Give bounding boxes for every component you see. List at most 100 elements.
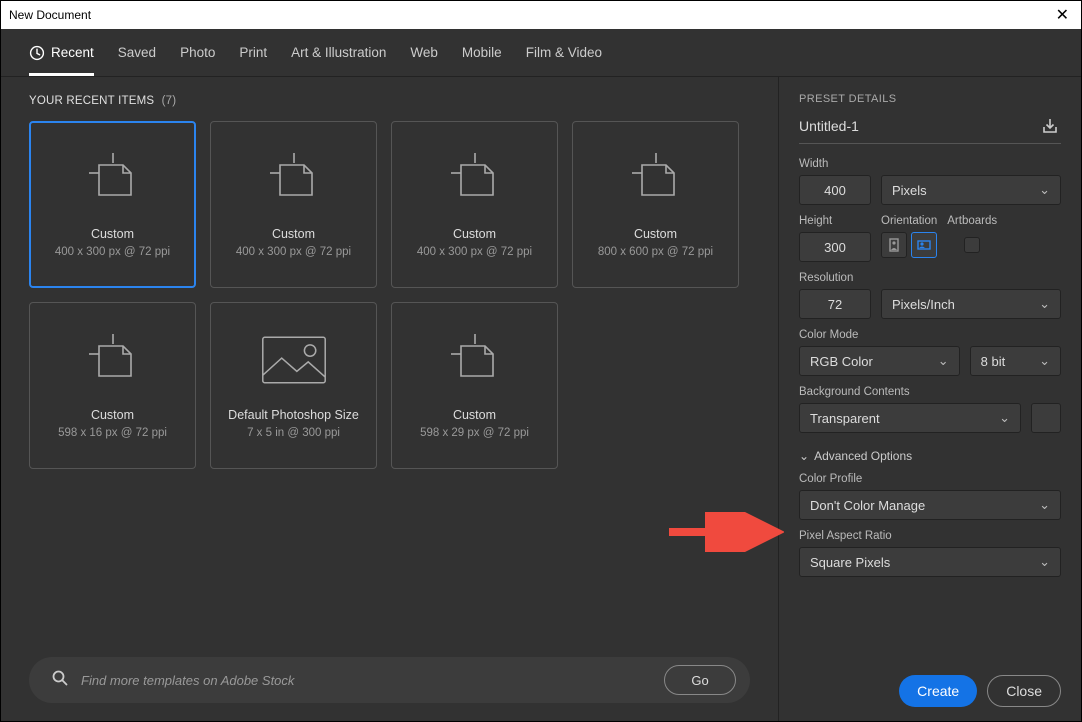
- preset-dimensions: 400 x 300 px @ 72 ppi: [55, 246, 170, 258]
- preset-name: Custom: [91, 408, 134, 422]
- dialog-body: YOUR RECENT ITEMS (7) Custom 400 x 300 px…: [1, 77, 1081, 721]
- panel-heading: PRESET DETAILS: [799, 93, 1061, 105]
- stock-search-input[interactable]: [81, 673, 652, 688]
- orientation-landscape-button[interactable]: [911, 232, 937, 258]
- preset-cards: Custom 400 x 300 px @ 72 ppi Custom 400 x 3…: [29, 121, 750, 469]
- select-value: Pixels/Inch: [892, 297, 955, 312]
- preset-dimensions: 598 x 16 px @ 72 ppi: [58, 427, 167, 439]
- dialog-footer: Create Close: [799, 665, 1061, 707]
- tab-label: Mobile: [462, 45, 502, 60]
- tab-label: Print: [239, 45, 267, 60]
- image-icon: [259, 332, 329, 388]
- preset-card[interactable]: Custom 800 x 600 px @ 72 ppi: [572, 121, 739, 288]
- orientation-portrait-button[interactable]: [881, 232, 907, 258]
- background-color-swatch[interactable]: [1031, 403, 1061, 433]
- document-name-input[interactable]: [799, 118, 1031, 134]
- preset-card[interactable]: Custom 598 x 16 px @ 72 ppi: [29, 302, 196, 469]
- width-unit-select[interactable]: Pixels ⌄: [881, 175, 1061, 205]
- preset-card[interactable]: Custom 400 x 300 px @ 72 ppi: [391, 121, 558, 288]
- preset-name: Custom: [453, 408, 496, 422]
- artboards-label: Artboards: [947, 215, 997, 227]
- new-document-dialog: New Document ✕ Recent Saved Photo Print …: [0, 0, 1082, 722]
- preset-card[interactable]: Custom 400 x 300 px @ 72 ppi: [29, 121, 196, 288]
- height-input[interactable]: [799, 232, 871, 262]
- tab-saved[interactable]: Saved: [118, 29, 156, 76]
- preset-name: Custom: [272, 227, 315, 241]
- preset-dimensions: 400 x 300 px @ 72 ppi: [417, 246, 532, 258]
- select-value: RGB Color: [810, 354, 873, 369]
- preset-dimensions: 800 x 600 px @ 72 ppi: [598, 246, 713, 258]
- tab-recent[interactable]: Recent: [29, 29, 94, 76]
- preset-dimensions: 7 x 5 in @ 300 ppi: [247, 427, 340, 439]
- stock-search-bar: Go: [29, 657, 750, 703]
- background-label: Background Contents: [799, 386, 1061, 398]
- document-icon: [78, 332, 148, 388]
- select-value: 8 bit: [981, 354, 1006, 369]
- title-bar: New Document ✕: [1, 1, 1081, 29]
- select-value: Transparent: [810, 411, 880, 426]
- section-count: (7): [162, 95, 177, 107]
- tab-label: Art & Illustration: [291, 45, 386, 60]
- advanced-label: Advanced Options: [814, 449, 912, 463]
- tab-art-illustration[interactable]: Art & Illustration: [291, 29, 386, 76]
- color-mode-label: Color Mode: [799, 329, 1061, 341]
- document-icon: [621, 151, 691, 207]
- document-icon: [440, 332, 510, 388]
- width-input[interactable]: [799, 175, 871, 205]
- chevron-down-icon: ⌄: [1039, 182, 1050, 198]
- go-button[interactable]: Go: [664, 665, 736, 695]
- tab-photo[interactable]: Photo: [180, 29, 215, 76]
- tab-label: Web: [410, 45, 438, 60]
- document-icon: [440, 151, 510, 207]
- background-contents-select[interactable]: Transparent ⌄: [799, 403, 1021, 433]
- color-profile-label: Color Profile: [799, 473, 1061, 485]
- artboards-checkbox[interactable]: [964, 237, 980, 253]
- resolution-unit-select[interactable]: Pixels/Inch ⌄: [881, 289, 1061, 319]
- chevron-down-icon: ⌄: [999, 410, 1010, 426]
- tab-label: Recent: [51, 45, 94, 60]
- preset-card[interactable]: Default Photoshop Size 7 x 5 in @ 300 ppi: [210, 302, 377, 469]
- annotation-arrow: [664, 512, 784, 552]
- document-icon: [259, 151, 329, 207]
- select-value: Pixels: [892, 183, 927, 198]
- advanced-options-toggle[interactable]: ⌄ Advanced Options: [799, 449, 1061, 463]
- preset-name: Custom: [634, 227, 677, 241]
- preset-dimensions: 598 x 29 px @ 72 ppi: [420, 427, 529, 439]
- color-profile-select[interactable]: Don't Color Manage ⌄: [799, 490, 1061, 520]
- section-heading: YOUR RECENT ITEMS (7): [29, 95, 750, 107]
- chevron-down-icon: ⌄: [799, 449, 809, 463]
- width-label: Width: [799, 158, 1061, 170]
- preset-details-panel: PRESET DETAILS Width Pixels ⌄ Height: [778, 77, 1081, 721]
- resolution-input[interactable]: [799, 289, 871, 319]
- color-mode-select[interactable]: RGB Color ⌄: [799, 346, 960, 376]
- save-preset-icon[interactable]: [1039, 115, 1061, 137]
- preset-name: Custom: [453, 227, 496, 241]
- preset-name: Default Photoshop Size: [228, 408, 359, 422]
- chevron-down-icon: ⌄: [1039, 353, 1050, 369]
- preset-name: Custom: [91, 227, 134, 241]
- preset-grid-panel: YOUR RECENT ITEMS (7) Custom 400 x 300 px…: [1, 77, 778, 721]
- close-button[interactable]: Close: [987, 675, 1061, 707]
- preset-card[interactable]: Custom 598 x 29 px @ 72 ppi: [391, 302, 558, 469]
- tab-print[interactable]: Print: [239, 29, 267, 76]
- close-icon[interactable]: ✕: [1052, 5, 1073, 25]
- tab-label: Film & Video: [526, 45, 602, 60]
- clock-icon: [29, 45, 45, 61]
- aspect-ratio-label: Pixel Aspect Ratio: [799, 530, 1061, 542]
- tab-label: Saved: [118, 45, 156, 60]
- preset-card[interactable]: Custom 400 x 300 px @ 72 ppi: [210, 121, 377, 288]
- aspect-ratio-select[interactable]: Square Pixels ⌄: [799, 547, 1061, 577]
- resolution-label: Resolution: [799, 272, 1061, 284]
- chevron-down-icon: ⌄: [1039, 497, 1050, 513]
- create-button[interactable]: Create: [899, 675, 977, 707]
- tab-mobile[interactable]: Mobile: [462, 29, 502, 76]
- tab-film-video[interactable]: Film & Video: [526, 29, 602, 76]
- preset-dimensions: 400 x 300 px @ 72 ppi: [236, 246, 351, 258]
- bit-depth-select[interactable]: 8 bit ⌄: [970, 346, 1061, 376]
- section-title: YOUR RECENT ITEMS: [29, 95, 154, 107]
- tab-web[interactable]: Web: [410, 29, 438, 76]
- orientation-label: Orientation: [881, 215, 937, 227]
- chevron-down-icon: ⌄: [1039, 296, 1050, 312]
- category-tabs: Recent Saved Photo Print Art & Illustrat…: [1, 29, 1081, 77]
- tab-label: Photo: [180, 45, 215, 60]
